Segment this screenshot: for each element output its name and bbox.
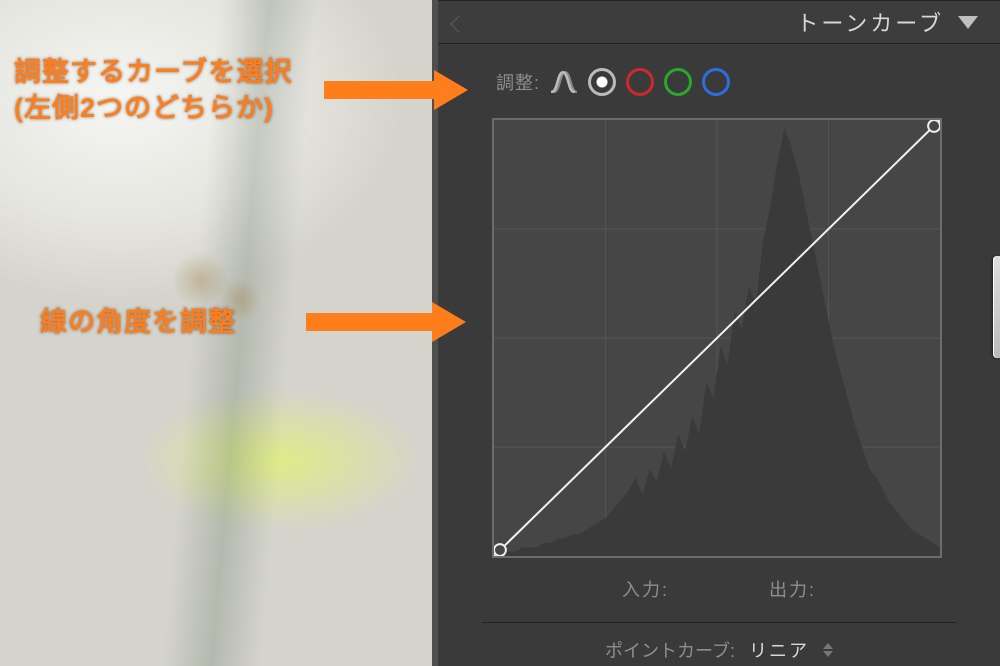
panel-header[interactable]: トーンカーブ [438,0,1000,44]
stepper-arrows-icon[interactable] [823,643,833,657]
point-curve-value[interactable]: リニア [749,637,809,663]
channel-selector-row: 調整: [438,44,1000,108]
adjust-label: 調整: [496,69,540,95]
scroll-thumb[interactable] [993,256,1000,358]
panel-drag-notch-icon [450,16,467,33]
image-preview [0,0,432,666]
point-curve-label: ポイントカーブ: [605,637,735,663]
tone-curve-chart[interactable] [492,118,942,558]
collapse-triangle-icon[interactable] [958,16,978,29]
parametric-curve-icon[interactable] [550,68,578,96]
blue-channel-button[interactable] [702,68,730,96]
output-label: 出力: [769,576,816,602]
rgb-channel-button[interactable] [588,68,616,96]
green-channel-button[interactable] [664,68,692,96]
divider [482,622,956,623]
tone-curve-panel: トーンカーブ 調整: 入力: 出力: ポイントカーブ: リニア [432,0,1000,666]
input-output-row: 入力: 出力: [438,576,1000,602]
panel-title: トーンカーブ [796,6,944,38]
point-curve-row[interactable]: ポイントカーブ: リニア [438,637,1000,663]
red-channel-button[interactable] [626,68,654,96]
input-label: 入力: [622,576,669,602]
